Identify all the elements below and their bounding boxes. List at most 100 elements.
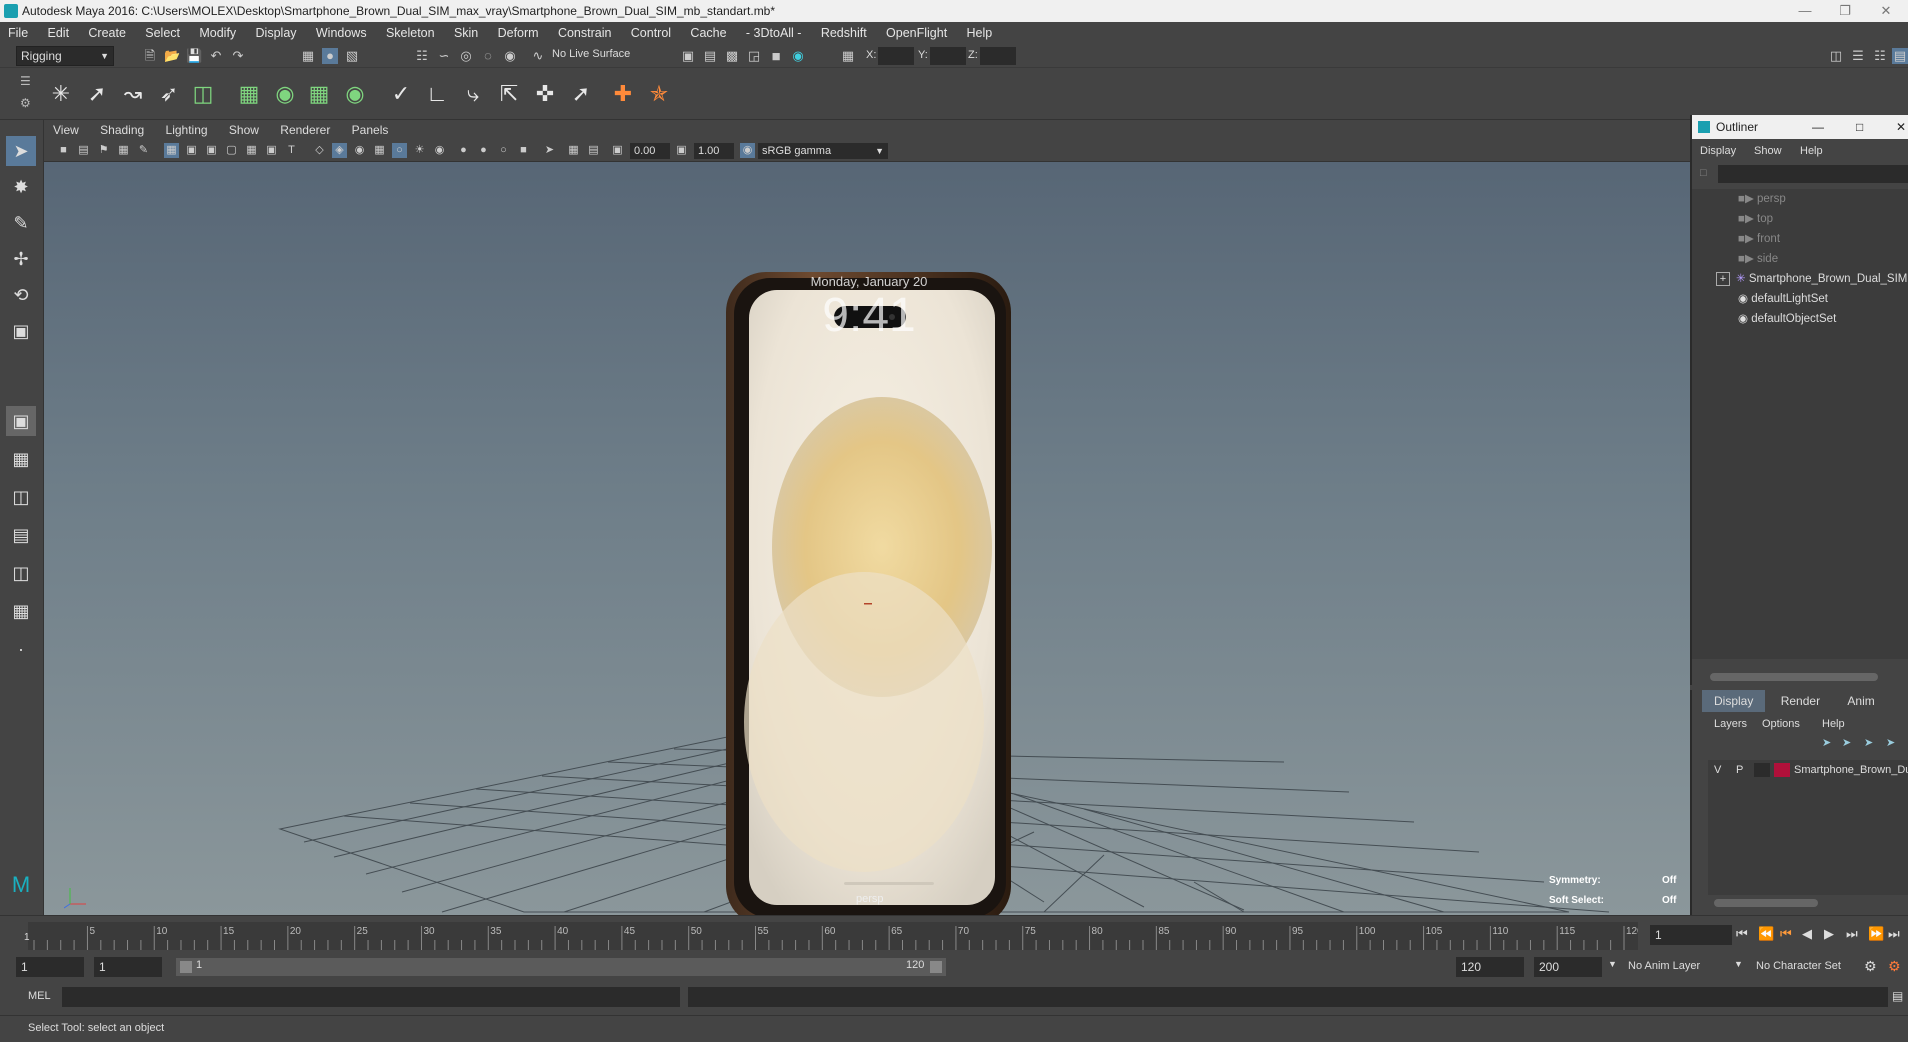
step-forward-key-icon[interactable]: ⏭ bbox=[1846, 926, 1858, 942]
char-set-dropdown-arrow[interactable]: ▼ bbox=[1734, 959, 1743, 969]
mirror-joint-icon[interactable]: ◫ bbox=[188, 78, 218, 110]
orient-constraint-icon[interactable]: ∟ bbox=[422, 78, 452, 110]
layer-move-down-icon[interactable]: ➤ bbox=[1842, 736, 1851, 749]
outliner-item-defaultobjectset[interactable]: ◉ defaultObjectSet bbox=[1738, 309, 1836, 329]
outliner-menu-show[interactable]: Show bbox=[1754, 141, 1782, 161]
select-component-icon[interactable]: ▧ bbox=[344, 48, 360, 64]
camera-attr-icon[interactable]: ▤ bbox=[76, 143, 91, 158]
tab-anim[interactable]: Anim bbox=[1835, 690, 1886, 712]
grease-pencil-icon[interactable]: ✎ bbox=[136, 143, 151, 158]
outliner-minimize-icon[interactable]: — bbox=[1812, 115, 1824, 139]
exposure-icon[interactable]: ▣ bbox=[610, 143, 625, 158]
layer-name[interactable]: Smartphone_Brown_Dual_SIM bbox=[1794, 760, 1908, 780]
menu-cache[interactable]: Cache bbox=[682, 22, 734, 44]
xray-components-icon[interactable]: ▤ bbox=[586, 143, 601, 158]
redo-icon[interactable]: ↷ bbox=[230, 48, 246, 64]
lattice-icon[interactable]: ▦ bbox=[304, 78, 334, 110]
vp-menu-show[interactable]: Show bbox=[220, 120, 268, 140]
snap-view-icon[interactable]: ◌ bbox=[480, 48, 496, 64]
layer-scrollbar[interactable] bbox=[1714, 899, 1818, 907]
menu-deform[interactable]: Deform bbox=[490, 22, 547, 44]
undo-icon[interactable]: ↶ bbox=[208, 48, 224, 64]
channel-box-icon[interactable]: ▤ bbox=[1892, 48, 1908, 64]
gamma-icon[interactable]: ▣ bbox=[674, 143, 689, 158]
command-input[interactable] bbox=[62, 987, 680, 1007]
gamma-field[interactable]: 1.00 bbox=[694, 143, 734, 159]
aim-constraint-icon[interactable]: ⤷ bbox=[458, 78, 488, 110]
field-chart-icon[interactable]: ▦ bbox=[244, 143, 259, 158]
hypershade-persp-icon[interactable]: ▦ bbox=[6, 596, 36, 626]
menu-3dtoall[interactable]: - 3DtoAll - bbox=[738, 22, 810, 44]
z-input[interactable] bbox=[980, 47, 1016, 65]
outliner-menu-help[interactable]: Help bbox=[1800, 141, 1823, 161]
paint-select-icon[interactable]: ✎ bbox=[6, 208, 36, 238]
outliner-item-persp[interactable]: ■▶ persp bbox=[1738, 189, 1786, 209]
shelf-settings-icon[interactable]: ⚙ bbox=[20, 96, 31, 110]
preferences-icon[interactable]: ⚙ bbox=[1888, 958, 1901, 975]
film-gate-icon[interactable]: ▣ bbox=[184, 143, 199, 158]
select-tool-icon[interactable]: ➤ bbox=[6, 136, 36, 166]
time-slider[interactable]: 5 10 15 20 25 30 35 40 45 50 55 60 65 70 75 80 85 90 95 100… bbox=[0, 915, 1908, 955]
parent-constraint-icon[interactable]: ✜ bbox=[530, 78, 560, 110]
step-forward-icon[interactable]: ⏩ bbox=[1868, 926, 1884, 942]
menu-control[interactable]: Control bbox=[623, 22, 679, 44]
minimize-icon[interactable]: — bbox=[1785, 0, 1825, 22]
render-view-icon[interactable]: ◉ bbox=[790, 48, 806, 64]
outliner-maximize-icon[interactable]: □ bbox=[1856, 115, 1863, 139]
outliner-filter-icon[interactable]: □ bbox=[1700, 167, 1707, 179]
shelf-menu-icon[interactable]: ☰ bbox=[20, 74, 31, 88]
graph-persp-icon[interactable]: ◫ bbox=[6, 558, 36, 588]
range-bar[interactable]: 1 120 bbox=[176, 958, 946, 976]
new-scene-icon[interactable]: 🗎 bbox=[142, 48, 158, 64]
snap-curve-icon[interactable]: ∽ bbox=[436, 48, 452, 64]
colorspace-dropdown[interactable]: sRGB gamma ▼ bbox=[758, 143, 888, 159]
menu-display[interactable]: Display bbox=[248, 22, 305, 44]
motion-blur-icon[interactable]: ● bbox=[456, 143, 471, 158]
menu-create[interactable]: Create bbox=[80, 22, 134, 44]
transform-input-icon[interactable]: ▦ bbox=[840, 48, 856, 64]
vp-menu-lighting[interactable]: Lighting bbox=[157, 120, 217, 140]
select-hierarchy-icon[interactable]: ▦ bbox=[300, 48, 316, 64]
auto-key-icon[interactable]: ⚙ bbox=[1864, 958, 1877, 975]
ik-spline-icon[interactable]: ↝ bbox=[118, 78, 148, 110]
snap-grid-icon[interactable]: ☷ bbox=[414, 48, 430, 64]
depth-of-field-icon[interactable]: ○ bbox=[496, 143, 511, 158]
character-set-dropdown[interactable]: No Character Set bbox=[1756, 960, 1841, 972]
ipr-render-icon[interactable]: ▩ bbox=[724, 48, 740, 64]
layer-type-toggle[interactable] bbox=[1754, 763, 1770, 777]
menu-openflight[interactable]: OpenFlight bbox=[878, 22, 955, 44]
toolbox-more-icon[interactable]: · bbox=[6, 634, 36, 664]
rotate-tool-icon[interactable]: ⟲ bbox=[6, 280, 36, 310]
bookmark-icon[interactable]: ⚑ bbox=[96, 143, 111, 158]
lasso-tool-icon[interactable]: ✸ bbox=[6, 172, 36, 202]
safe-action-icon[interactable]: ▣ bbox=[264, 143, 279, 158]
play-back-icon[interactable]: ◀ bbox=[1802, 926, 1812, 942]
camera-select-icon[interactable]: ■ bbox=[56, 143, 71, 158]
menu-windows[interactable]: Windows bbox=[308, 22, 375, 44]
anim-layer-dropdown[interactable]: No Anim Layer bbox=[1628, 960, 1700, 972]
viewport-panel[interactable]: View Shading Lighting Show Renderer Pane… bbox=[44, 120, 1690, 915]
vp-menu-view[interactable]: View bbox=[44, 120, 88, 140]
close-icon[interactable]: ✕ bbox=[1866, 0, 1906, 22]
modeling-toolkit-icon[interactable]: ◫ bbox=[1828, 48, 1844, 64]
shadows-icon[interactable]: ☀ bbox=[412, 143, 427, 158]
new-layer-selected-icon[interactable]: ➤ bbox=[1886, 736, 1895, 749]
layer-menu-layers[interactable]: Layers bbox=[1714, 714, 1747, 734]
step-back-icon[interactable]: ⏪ bbox=[1758, 926, 1774, 942]
menu-modify[interactable]: Modify bbox=[191, 22, 244, 44]
locator-icon[interactable]: ✚ bbox=[608, 78, 638, 110]
gate-mask-icon[interactable]: ▢ bbox=[224, 143, 239, 158]
outliner-persp-icon[interactable]: ▤ bbox=[6, 520, 36, 550]
range-end-handle[interactable] bbox=[930, 961, 942, 973]
script-editor-icon[interactable]: ▤ bbox=[1892, 989, 1903, 1003]
snap-live-icon[interactable]: ∿ bbox=[530, 48, 546, 64]
grid-toggle-icon[interactable]: ▦ bbox=[164, 143, 179, 158]
outliner-menu-display[interactable]: Display bbox=[1700, 141, 1736, 161]
layer-menu-options[interactable]: Options bbox=[1762, 714, 1800, 734]
render-region-icon[interactable]: ▣ bbox=[680, 48, 696, 64]
live-surface-field[interactable]: No Live Surface bbox=[552, 48, 630, 60]
wireframe-on-shaded-icon[interactable]: ◉ bbox=[352, 143, 367, 158]
joint-tool-icon[interactable]: ✳ bbox=[46, 78, 76, 110]
layer-color-swatch[interactable] bbox=[1774, 763, 1790, 777]
cmd-language-label[interactable]: MEL bbox=[28, 990, 51, 1002]
